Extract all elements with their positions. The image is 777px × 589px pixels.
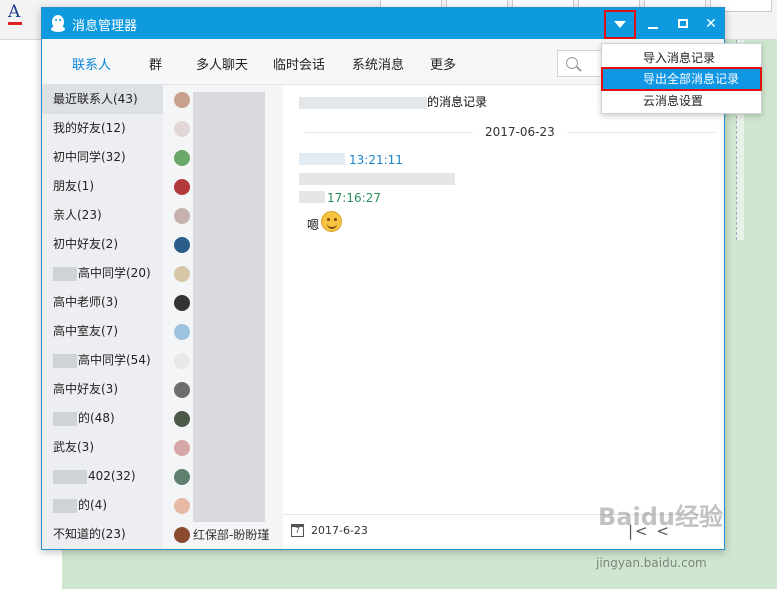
blurred-text (53, 469, 87, 484)
group-item[interactable]: 我的好友(12) (42, 114, 163, 143)
group-item[interactable]: 不知道的(23) (42, 520, 163, 549)
dropdown-menu: 导入消息记录 导出全部消息记录 云消息设置 (601, 43, 762, 114)
group-label: 不知道的(23) (53, 527, 126, 541)
avatar[interactable] (174, 411, 190, 427)
tab-multi-chat[interactable]: 多人聊天 (196, 54, 248, 73)
avatar[interactable] (174, 92, 190, 108)
avatar[interactable] (174, 527, 190, 543)
group-item[interactable]: 武友(3) (42, 433, 163, 462)
avatar[interactable] (174, 353, 190, 369)
group-label: 最近联系人(43) (53, 92, 138, 106)
avatar[interactable] (174, 150, 190, 166)
group-label: 高中老师(3) (53, 295, 118, 309)
group-label: 亲人(23) (53, 208, 102, 222)
group-item[interactable]: 高中老师(3) (42, 288, 163, 317)
contact-list: 红保部-盼盼瑾 (163, 85, 283, 549)
watermark-url: jingyan.baidu.com (596, 556, 707, 570)
blurred-text (299, 153, 345, 165)
titlebar: 消息管理器 ✕ (42, 8, 724, 39)
menu-item-cloud-settings[interactable]: 云消息设置 (602, 90, 761, 112)
date-separator-label: 2017-06-23 (473, 125, 567, 139)
triangle-down-icon (614, 21, 626, 28)
blurred-text (53, 411, 77, 426)
group-item[interactable]: 的(48) (42, 404, 163, 433)
blurred-text (299, 191, 325, 203)
tab-more[interactable]: 更多 (430, 54, 456, 73)
message-time: 13:21:11 (349, 153, 403, 167)
avatar[interactable] (174, 469, 190, 485)
avatar[interactable] (174, 121, 190, 137)
smiley-emoji-icon (321, 211, 342, 232)
group-item[interactable]: 的(4) (42, 491, 163, 520)
close-icon: ✕ (705, 15, 717, 32)
group-label: 高中室友(7) (53, 324, 118, 338)
group-item[interactable]: 高中同学(20) (42, 259, 163, 288)
group-label: 的(48) (78, 411, 115, 425)
group-label: 的(4) (78, 498, 107, 512)
blurred-text (299, 173, 455, 185)
maximize-icon (678, 19, 688, 28)
blurred-contact-names (193, 92, 265, 522)
search-icon (566, 57, 578, 69)
group-item[interactable]: 最近联系人(43) (42, 85, 163, 114)
avatar[interactable] (174, 324, 190, 340)
group-item[interactable]: 朋友(1) (42, 172, 163, 201)
blurred-text (53, 353, 77, 368)
message-text: 嗯 (307, 218, 320, 232)
window-title: 消息管理器 (72, 19, 138, 34)
maximize-button[interactable] (668, 8, 698, 39)
message-history-title: 的消息记录 (299, 93, 487, 110)
group-label: 朋友(1) (53, 179, 94, 193)
message-history-suffix: 的消息记录 (427, 95, 488, 109)
tab-temp-chat[interactable]: 临时会话 (273, 54, 325, 73)
group-item[interactable]: 高中同学(54) (42, 346, 163, 375)
background-page-area (725, 40, 777, 589)
avatar[interactable] (174, 440, 190, 456)
blurred-text (299, 96, 427, 109)
group-item[interactable]: 初中同学(32) (42, 143, 163, 172)
group-item[interactable]: 初中好友(2) (42, 230, 163, 259)
footer-date[interactable]: 2017-6-23 (311, 524, 368, 537)
group-label: 初中同学(32) (53, 150, 126, 164)
font-color-icon: A (8, 2, 23, 25)
avatar[interactable] (174, 498, 190, 514)
avatar[interactable] (174, 295, 190, 311)
group-label: 高中同学(54) (78, 353, 151, 367)
calendar-icon[interactable]: 7 (291, 524, 304, 537)
avatar[interactable] (174, 237, 190, 253)
menu-item-import[interactable]: 导入消息记录 (602, 47, 761, 69)
group-label: 高中同学(20) (78, 266, 151, 280)
message-time: 17:16:27 (327, 191, 381, 205)
dropdown-menu-button[interactable] (604, 10, 636, 39)
group-item[interactable]: 402(32) (42, 462, 163, 491)
blurred-text (53, 266, 77, 281)
message-pane: 的消息记录 2017-06-23 13:21:11 17:16:27 嗯 7 2… (283, 85, 724, 549)
contact-name[interactable]: 红保部-盼盼瑾 (193, 526, 269, 543)
qq-penguin-icon (51, 15, 65, 32)
avatar[interactable] (174, 266, 190, 282)
menu-item-export-all[interactable]: 导出全部消息记录 (601, 67, 762, 91)
group-list: 最近联系人(43) 我的好友(12) 初中同学(32) 朋友(1) 亲人(23)… (42, 85, 163, 549)
avatar[interactable] (174, 382, 190, 398)
group-item[interactable]: 亲人(23) (42, 201, 163, 230)
group-label: 武友(3) (53, 440, 94, 454)
avatar[interactable] (174, 208, 190, 224)
watermark-brand: Baidu经验 (598, 503, 723, 531)
date-separator: 2017-06-23 (305, 125, 715, 139)
group-label: 402(32) (88, 469, 136, 483)
minimize-button[interactable] (638, 8, 668, 39)
group-item[interactable]: 高中好友(3) (42, 375, 163, 404)
group-label: 初中好友(2) (53, 237, 118, 251)
blurred-text (53, 498, 77, 513)
group-label: 我的好友(12) (53, 121, 126, 135)
avatar[interactable] (174, 179, 190, 195)
group-item[interactable]: 高中室友(7) (42, 317, 163, 346)
tab-groups[interactable]: 群 (149, 54, 162, 73)
minimize-icon (648, 26, 658, 29)
tab-system-messages[interactable]: 系统消息 (352, 54, 404, 73)
tab-contacts[interactable]: 联系人 (72, 54, 111, 73)
close-button[interactable]: ✕ (696, 8, 726, 39)
group-label: 高中好友(3) (53, 382, 118, 396)
